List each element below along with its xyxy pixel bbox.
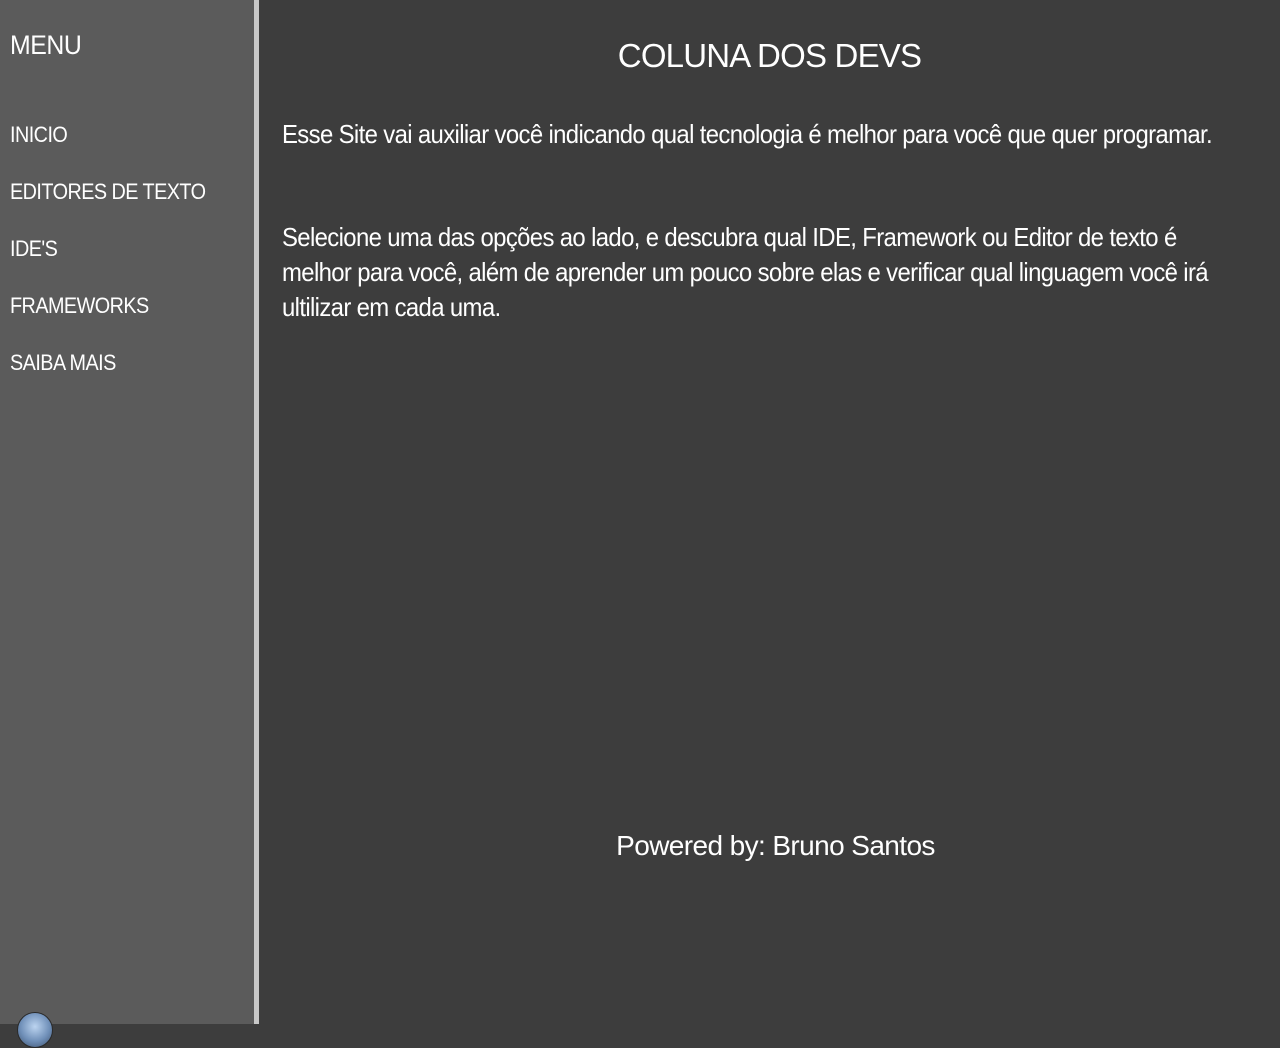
intro-paragraph: Esse Site vai auxiliar você indicando qu… [282,119,1213,149]
sidebar: MENU INICIO EDITORES DE TEXTO IDE'S FRAM… [0,0,254,1048]
sidebar-item-ides[interactable]: IDE'S [10,236,58,262]
sidebar-item-frameworks[interactable]: FRAMEWORKS [10,293,149,319]
main-content: COLUNA DOS DEVS Esse Site vai auxiliar v… [259,0,1280,1024]
instructions-paragraph: Selecione uma das opções ao lado, e desc… [282,222,1209,322]
sidebar-item-saiba-mais[interactable]: SAIBA MAIS [10,350,116,376]
page-title: COLUNA DOS DEVS [617,37,922,74]
menu-title: MENU [10,30,82,60]
sidebar-item-inicio[interactable]: INICIO [10,122,68,148]
sidebar-item-editores-de-texto[interactable]: EDITORES DE TEXTO [10,179,206,205]
footer-credit: Powered by: Bruno Santos [616,830,935,861]
globe-icon[interactable] [17,1012,53,1048]
